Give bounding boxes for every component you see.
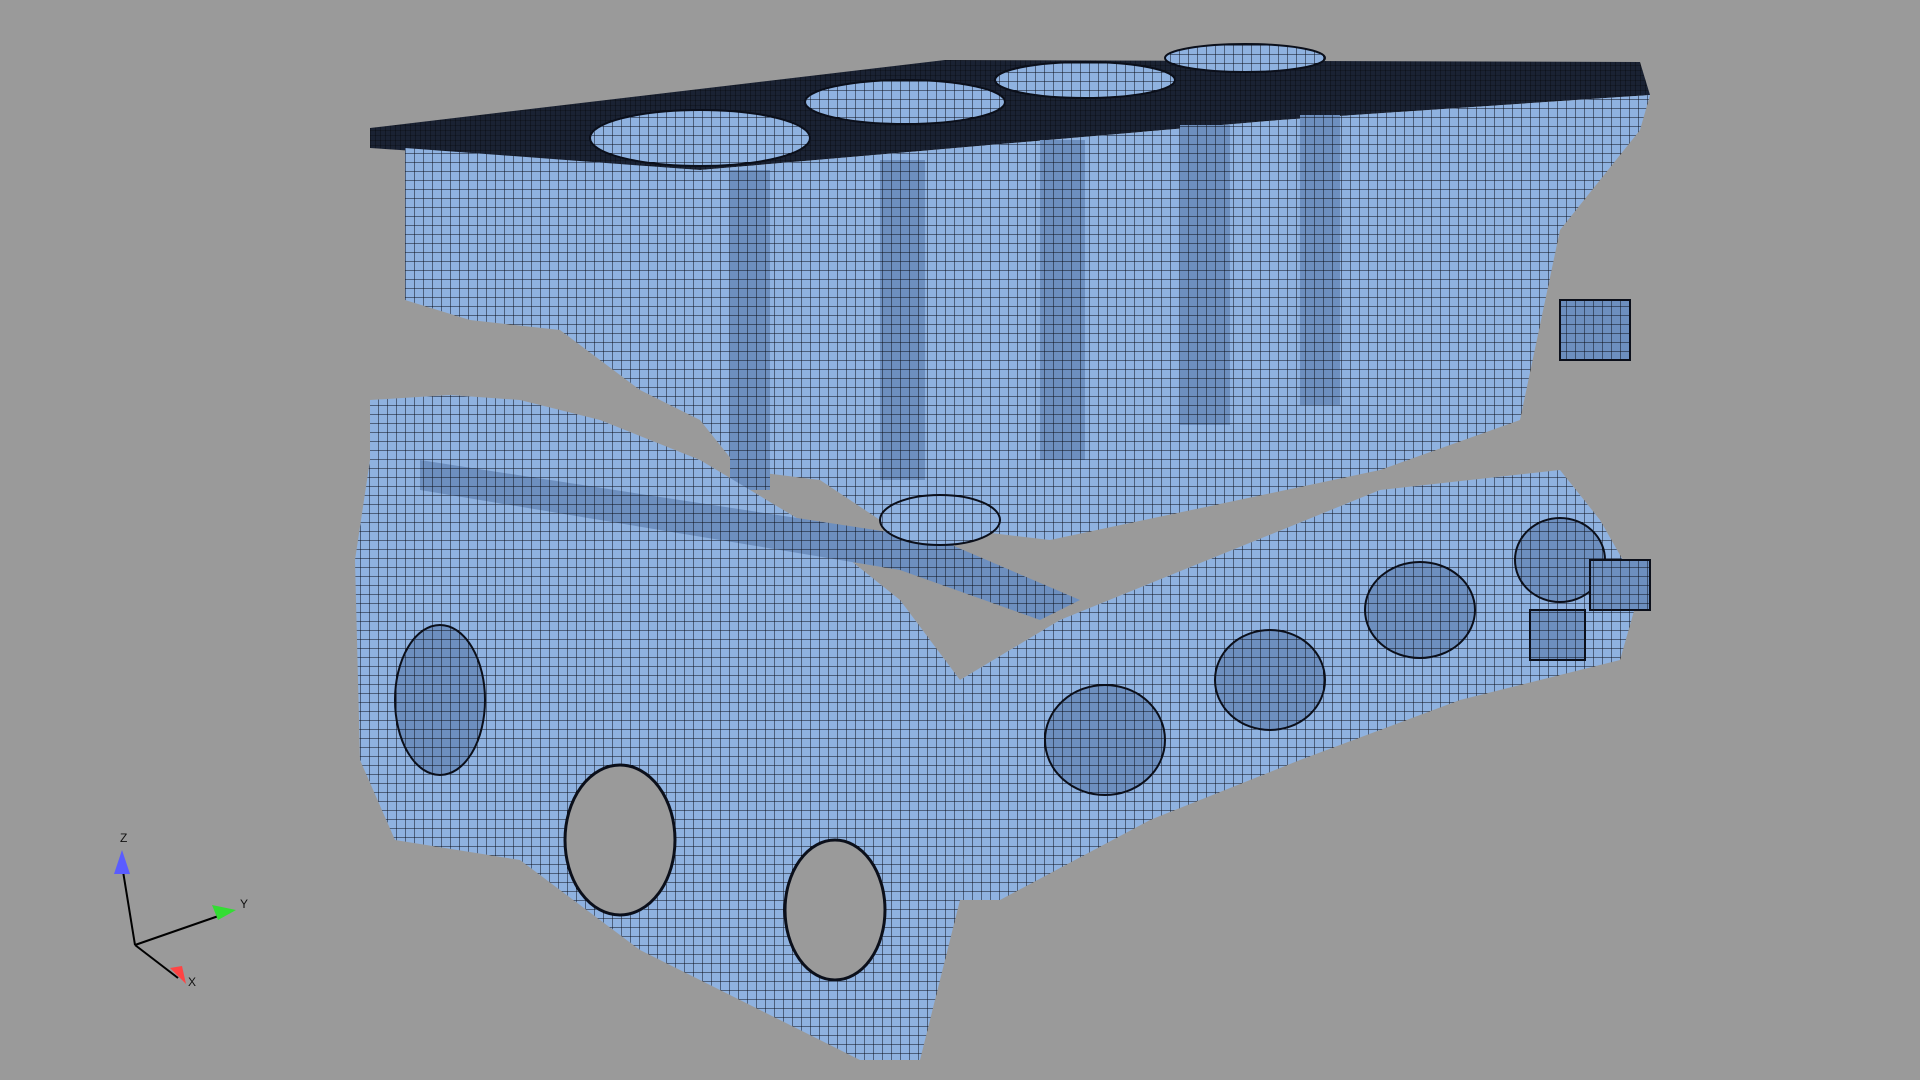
x-axis-label: X: [188, 975, 196, 989]
upper-long-side: [700, 95, 1650, 540]
boss-cylinder: [879, 494, 1001, 546]
y-axis-label: Y: [240, 897, 248, 911]
z-axis-label: Z: [120, 831, 127, 845]
z-axis-arrow-icon: [114, 850, 130, 874]
engine-block-mesh[interactable]: [0, 0, 1920, 1080]
x-axis-line: [134, 944, 179, 979]
x-axis-arrow-icon: [170, 966, 186, 984]
z-axis-line: [121, 864, 136, 946]
3d-viewport[interactable]: Z Y X: [0, 0, 1920, 1080]
y-axis-line: [134, 911, 231, 946]
upper-front-face: [405, 148, 700, 420]
axis-triad: Z Y X: [114, 831, 248, 989]
